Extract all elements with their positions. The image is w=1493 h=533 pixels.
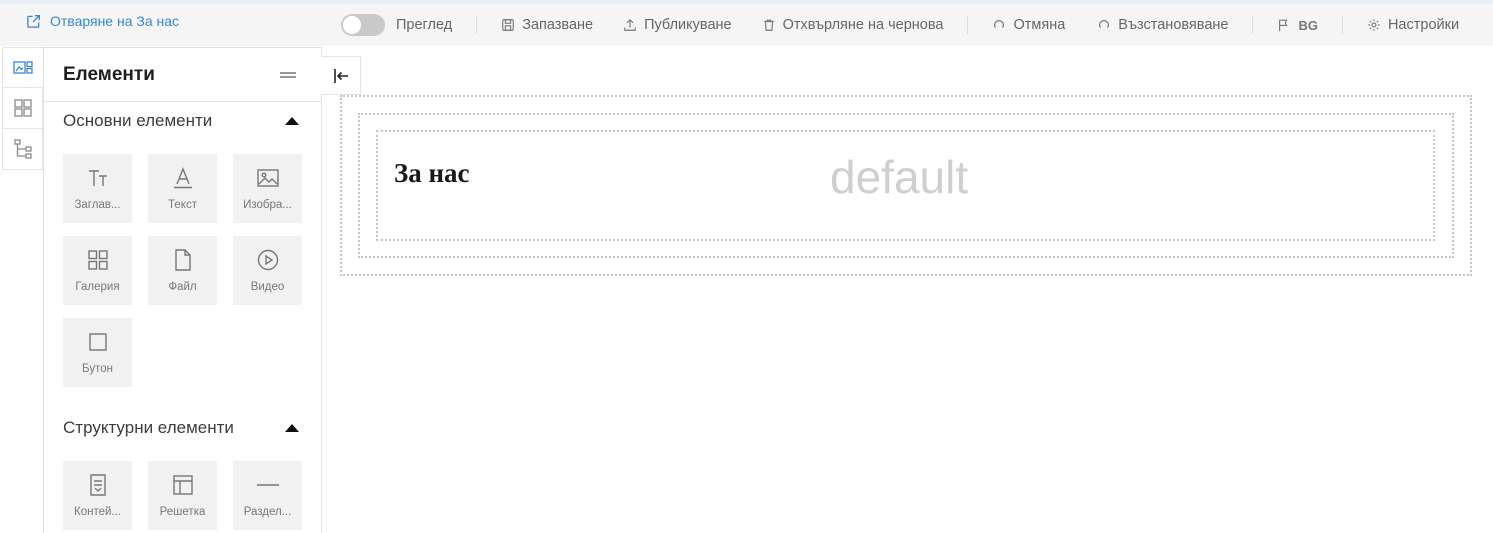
basic-elements-grid: Заглав... Текст Изобра... Галерия Файл В…	[44, 140, 321, 387]
toolbar-divider	[1341, 16, 1343, 34]
image-icon	[256, 169, 279, 187]
collapse-left-icon	[333, 68, 348, 83]
default-placeholder: default	[830, 151, 969, 203]
toolbar-actions: Преглед Запазване Публикуване Отхвърляне…	[341, 4, 1459, 46]
redo-button[interactable]: Възстановяване	[1097, 17, 1228, 33]
toolbar-divider	[967, 16, 969, 34]
element-label: Контей...	[74, 506, 121, 518]
panel-header: Елементи	[44, 48, 321, 102]
language-button[interactable]: BG	[1277, 18, 1318, 33]
page-heading[interactable]: За нас	[394, 158, 470, 189]
external-edit-icon	[27, 14, 40, 28]
flag-icon	[1279, 19, 1288, 32]
element-video[interactable]: Видео	[233, 236, 302, 305]
elements-tab-icon	[13, 60, 33, 74]
preview-toggle[interactable]: Преглед	[341, 14, 452, 36]
settings-label: Настройки	[1387, 17, 1460, 33]
element-text[interactable]: Текст	[148, 154, 217, 223]
element-button[interactable]: Бутон	[63, 318, 132, 387]
element-label: Текст	[168, 199, 197, 211]
divider-icon	[256, 484, 279, 486]
settings-button[interactable]: Настройки	[1367, 17, 1459, 33]
element-label: Файл	[168, 281, 197, 293]
publish-button[interactable]: Публикуване	[623, 17, 732, 33]
tab-elements[interactable]	[2, 47, 43, 88]
language-label: BG	[1298, 17, 1318, 33]
redo-label: Възстановяване	[1118, 17, 1229, 33]
element-grid[interactable]: Решетка	[148, 461, 217, 530]
element-divider[interactable]: Раздел...	[233, 461, 302, 530]
element-image[interactable]: Изобра...	[233, 154, 302, 223]
element-label: Раздел...	[243, 506, 292, 518]
discard-label: Отхвърляне на чернова	[782, 17, 944, 33]
discard-draft-button[interactable]: Отхвърляне на чернова	[762, 17, 944, 33]
element-label: Видео	[250, 281, 285, 293]
basic-elements-title: Основни елементи	[63, 111, 213, 130]
panel-title: Елементи	[63, 63, 155, 85]
structural-elements-title: Структурни елементи	[63, 418, 234, 437]
preview-switch[interactable]	[341, 14, 385, 36]
container-icon	[89, 474, 106, 496]
save-label: Запазване	[522, 17, 594, 33]
tree-icon	[13, 139, 32, 159]
toolbar-divider	[1252, 16, 1254, 34]
switch-knob	[343, 16, 361, 34]
tab-layouts[interactable]	[2, 88, 43, 129]
undo-label: Отмяна	[1013, 17, 1066, 33]
trash-icon	[763, 19, 774, 31]
grid-layout-icon	[172, 475, 193, 495]
top-toolbar: Отваряне на За нас Преглед Запазване Пуб…	[0, 4, 1493, 46]
collapse-triangle-icon[interactable]	[285, 117, 299, 125]
collapse-panel-button[interactable]	[321, 56, 361, 95]
heading-icon	[88, 170, 107, 186]
publish-label: Публикуване	[644, 17, 732, 33]
basic-elements-section-header[interactable]: Основни елементи	[44, 102, 321, 140]
save-button[interactable]: Запазване	[501, 17, 593, 33]
save-icon	[502, 19, 515, 31]
open-page-link[interactable]: Отваряне на За нас	[26, 13, 179, 29]
element-container[interactable]: Контей...	[63, 461, 132, 530]
gear-icon	[1368, 19, 1380, 31]
file-icon	[174, 249, 191, 271]
text-icon	[173, 167, 192, 189]
tab-structure[interactable]	[2, 129, 43, 170]
left-tab-rail	[2, 47, 43, 533]
element-label: Изобра...	[243, 199, 292, 211]
drag-handle-icon[interactable]	[279, 70, 297, 80]
open-page-label: Отваряне на За нас	[50, 13, 180, 29]
upload-icon	[624, 18, 636, 31]
element-gallery[interactable]: Галерия	[63, 236, 132, 305]
button-icon	[88, 333, 107, 351]
toolbar-divider	[476, 16, 478, 34]
grid-icon	[13, 99, 32, 117]
undo-button[interactable]: Отмяна	[992, 17, 1065, 33]
collapse-triangle-icon[interactable]	[285, 424, 299, 432]
video-icon	[257, 249, 278, 271]
element-file[interactable]: Файл	[148, 236, 217, 305]
gallery-icon	[87, 250, 108, 270]
element-heading[interactable]: Заглав...	[63, 154, 132, 223]
elements-panel: Елементи Основни елементи Заглав... Текс…	[43, 47, 322, 533]
element-label: Заглав...	[74, 199, 121, 211]
undo-icon	[994, 20, 1005, 28]
redo-icon	[1099, 20, 1110, 28]
element-label: Галерия	[75, 281, 120, 293]
structural-elements-section-header[interactable]: Структурни елементи	[44, 409, 321, 447]
structural-elements-grid: Контей... Решетка Раздел...	[44, 447, 321, 530]
element-label: Решетка	[159, 506, 206, 518]
element-label: Бутон	[82, 363, 113, 375]
preview-label: Преглед	[396, 17, 453, 33]
